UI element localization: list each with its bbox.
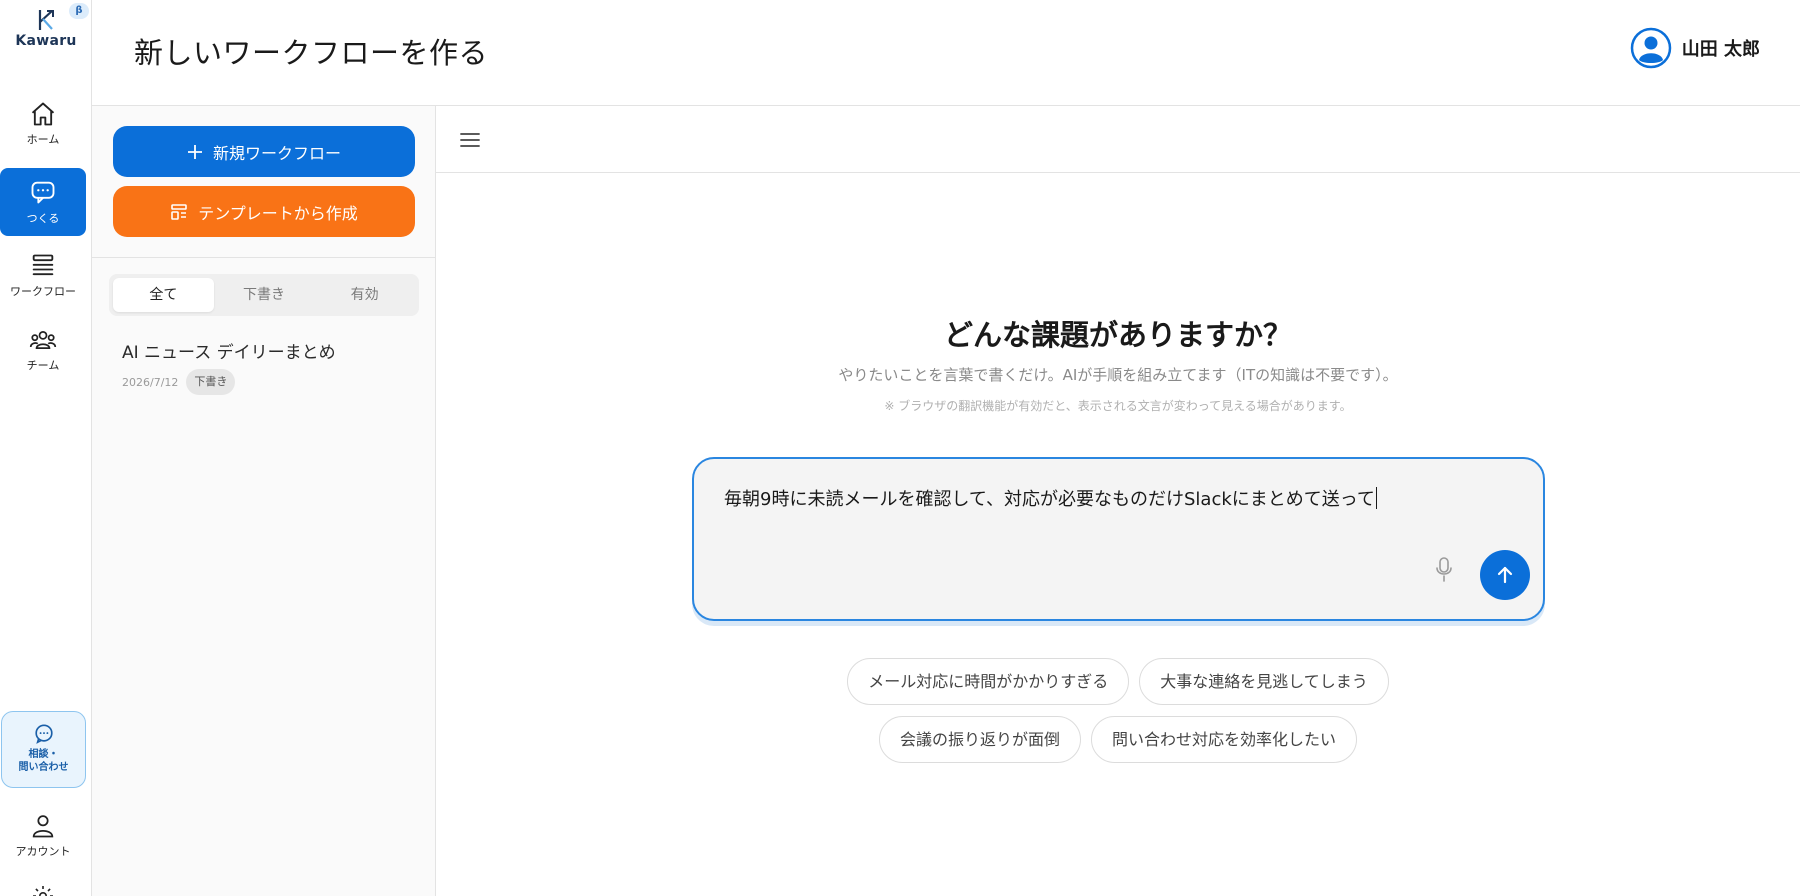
text-caret xyxy=(1375,487,1377,509)
chat-icon xyxy=(31,181,55,204)
workflow-date: 2026/7/12 xyxy=(122,375,179,389)
panel-actions: 新規ワークフロー テンプレートから作成 xyxy=(92,106,435,258)
suggestion-chip[interactable]: 問い合わせ対応を効率化したい xyxy=(1091,716,1358,763)
home-icon xyxy=(31,102,55,126)
plus-icon xyxy=(187,144,202,159)
prompt-subtitle: やりたいことを言葉で書くだけ。AIが手順を組み立てます（ITの知識は不要です）。 xyxy=(838,366,1398,384)
user-avatar-icon xyxy=(1630,27,1671,69)
chat-bubble-icon xyxy=(34,724,53,744)
page-title: 新しいワークフローを作る xyxy=(134,36,489,70)
tab-all[interactable]: 全て xyxy=(113,278,214,312)
nav-workflow-label: ワークフロー xyxy=(10,285,76,298)
nav-account[interactable]: アカウント xyxy=(0,812,86,880)
person-icon xyxy=(32,815,54,838)
workflow-panel: 新規ワークフロー テンプレートから作成 全て 下書き 有効 AI ニュース デイ… xyxy=(92,106,436,896)
new-workflow-label: 新規ワークフロー xyxy=(212,143,341,163)
filter-tabs: 全て 下書き 有効 xyxy=(109,274,419,316)
template-create-label: テンプレートから作成 xyxy=(198,203,358,223)
nav-create[interactable]: つくる xyxy=(0,168,86,236)
stack-icon xyxy=(32,254,54,276)
tab-draft[interactable]: 下書き xyxy=(214,278,315,312)
beta-badge: β xyxy=(69,3,89,19)
logo-text: Kawaru xyxy=(15,33,77,49)
template-create-button[interactable]: テンプレートから作成 xyxy=(113,186,415,237)
main-area: どんな課題がありますか？ やりたいことを言葉で書くだけ。AIが手順を組み立てます… xyxy=(436,106,1800,896)
nav-team[interactable]: チーム xyxy=(0,326,86,394)
user-name: 山田 太郎 xyxy=(1681,39,1760,60)
nav-team-label: チーム xyxy=(26,359,60,372)
workflow-title: AI ニュース デイリーまとめ xyxy=(122,343,336,363)
suggestion-chips: メール対応に時間がかかりすぎる 大事な連絡を見逃してしまう 会議の振り返りが面倒… xyxy=(436,658,1800,774)
nav-workflow[interactable]: ワークフロー xyxy=(0,252,86,320)
nav-home[interactable]: ホーム xyxy=(0,100,86,168)
help-contact-button[interactable]: 相談・ 問い合わせ xyxy=(1,711,86,788)
status-badge: 下書き xyxy=(186,369,236,395)
main-toolbar xyxy=(436,106,1800,173)
nav-account-label: アカウント xyxy=(15,845,71,858)
help-label-2: 問い合わせ xyxy=(18,762,69,773)
new-workflow-button[interactable]: 新規ワークフロー xyxy=(113,126,415,177)
hamburger-menu-icon[interactable] xyxy=(458,128,482,152)
problem-input-box[interactable]: 毎朝9時に未読メールを確認して、対応が必要なものだけSlackにまとめて送って xyxy=(692,457,1545,621)
microphone-icon[interactable] xyxy=(1434,555,1454,583)
workflow-list-item[interactable]: AI ニュース デイリーまとめ 2026/7/12 下書き xyxy=(122,338,412,404)
tab-active[interactable]: 有効 xyxy=(314,278,415,312)
help-label-1: 相談・ xyxy=(28,749,59,760)
top-header: 新しいワークフローを作る 山田 太郎 xyxy=(92,0,1800,106)
suggestion-chip[interactable]: 大事な連絡を見逃してしまう xyxy=(1139,658,1389,705)
settings-gear-icon[interactable] xyxy=(31,884,55,896)
problem-input-text[interactable]: 毎朝9時に未読メールを確認して、対応が必要なものだけSlackにまとめて送って xyxy=(724,485,1377,511)
left-rail: Kawaru β ホーム つくる ワークフロー チーム 相談・ 問い合わせ アカ… xyxy=(0,0,92,896)
problem-input-value: 毎朝9時に未読メールを確認して、対応が必要なものだけSlackにまとめて送って xyxy=(724,489,1375,510)
logo-mark-icon xyxy=(38,10,54,30)
team-icon xyxy=(29,330,57,350)
user-menu[interactable]: 山田 太郎 xyxy=(1630,27,1760,69)
arrow-up-icon xyxy=(1497,566,1513,584)
nav-home-label: ホーム xyxy=(26,133,60,146)
translation-note: ※ ブラウザの翻訳機能が有効だと、表示される文言が変わって見える場合があります。 xyxy=(884,399,1352,413)
suggestion-chip[interactable]: 会議の振り返りが面倒 xyxy=(878,716,1081,763)
send-button[interactable] xyxy=(1480,550,1530,600)
prompt-heading: どんな課題がありますか？ xyxy=(943,318,1292,352)
template-icon xyxy=(171,203,188,220)
nav-create-label: つくる xyxy=(26,212,60,225)
suggestion-chip[interactable]: メール対応に時間がかかりすぎる xyxy=(847,658,1130,705)
